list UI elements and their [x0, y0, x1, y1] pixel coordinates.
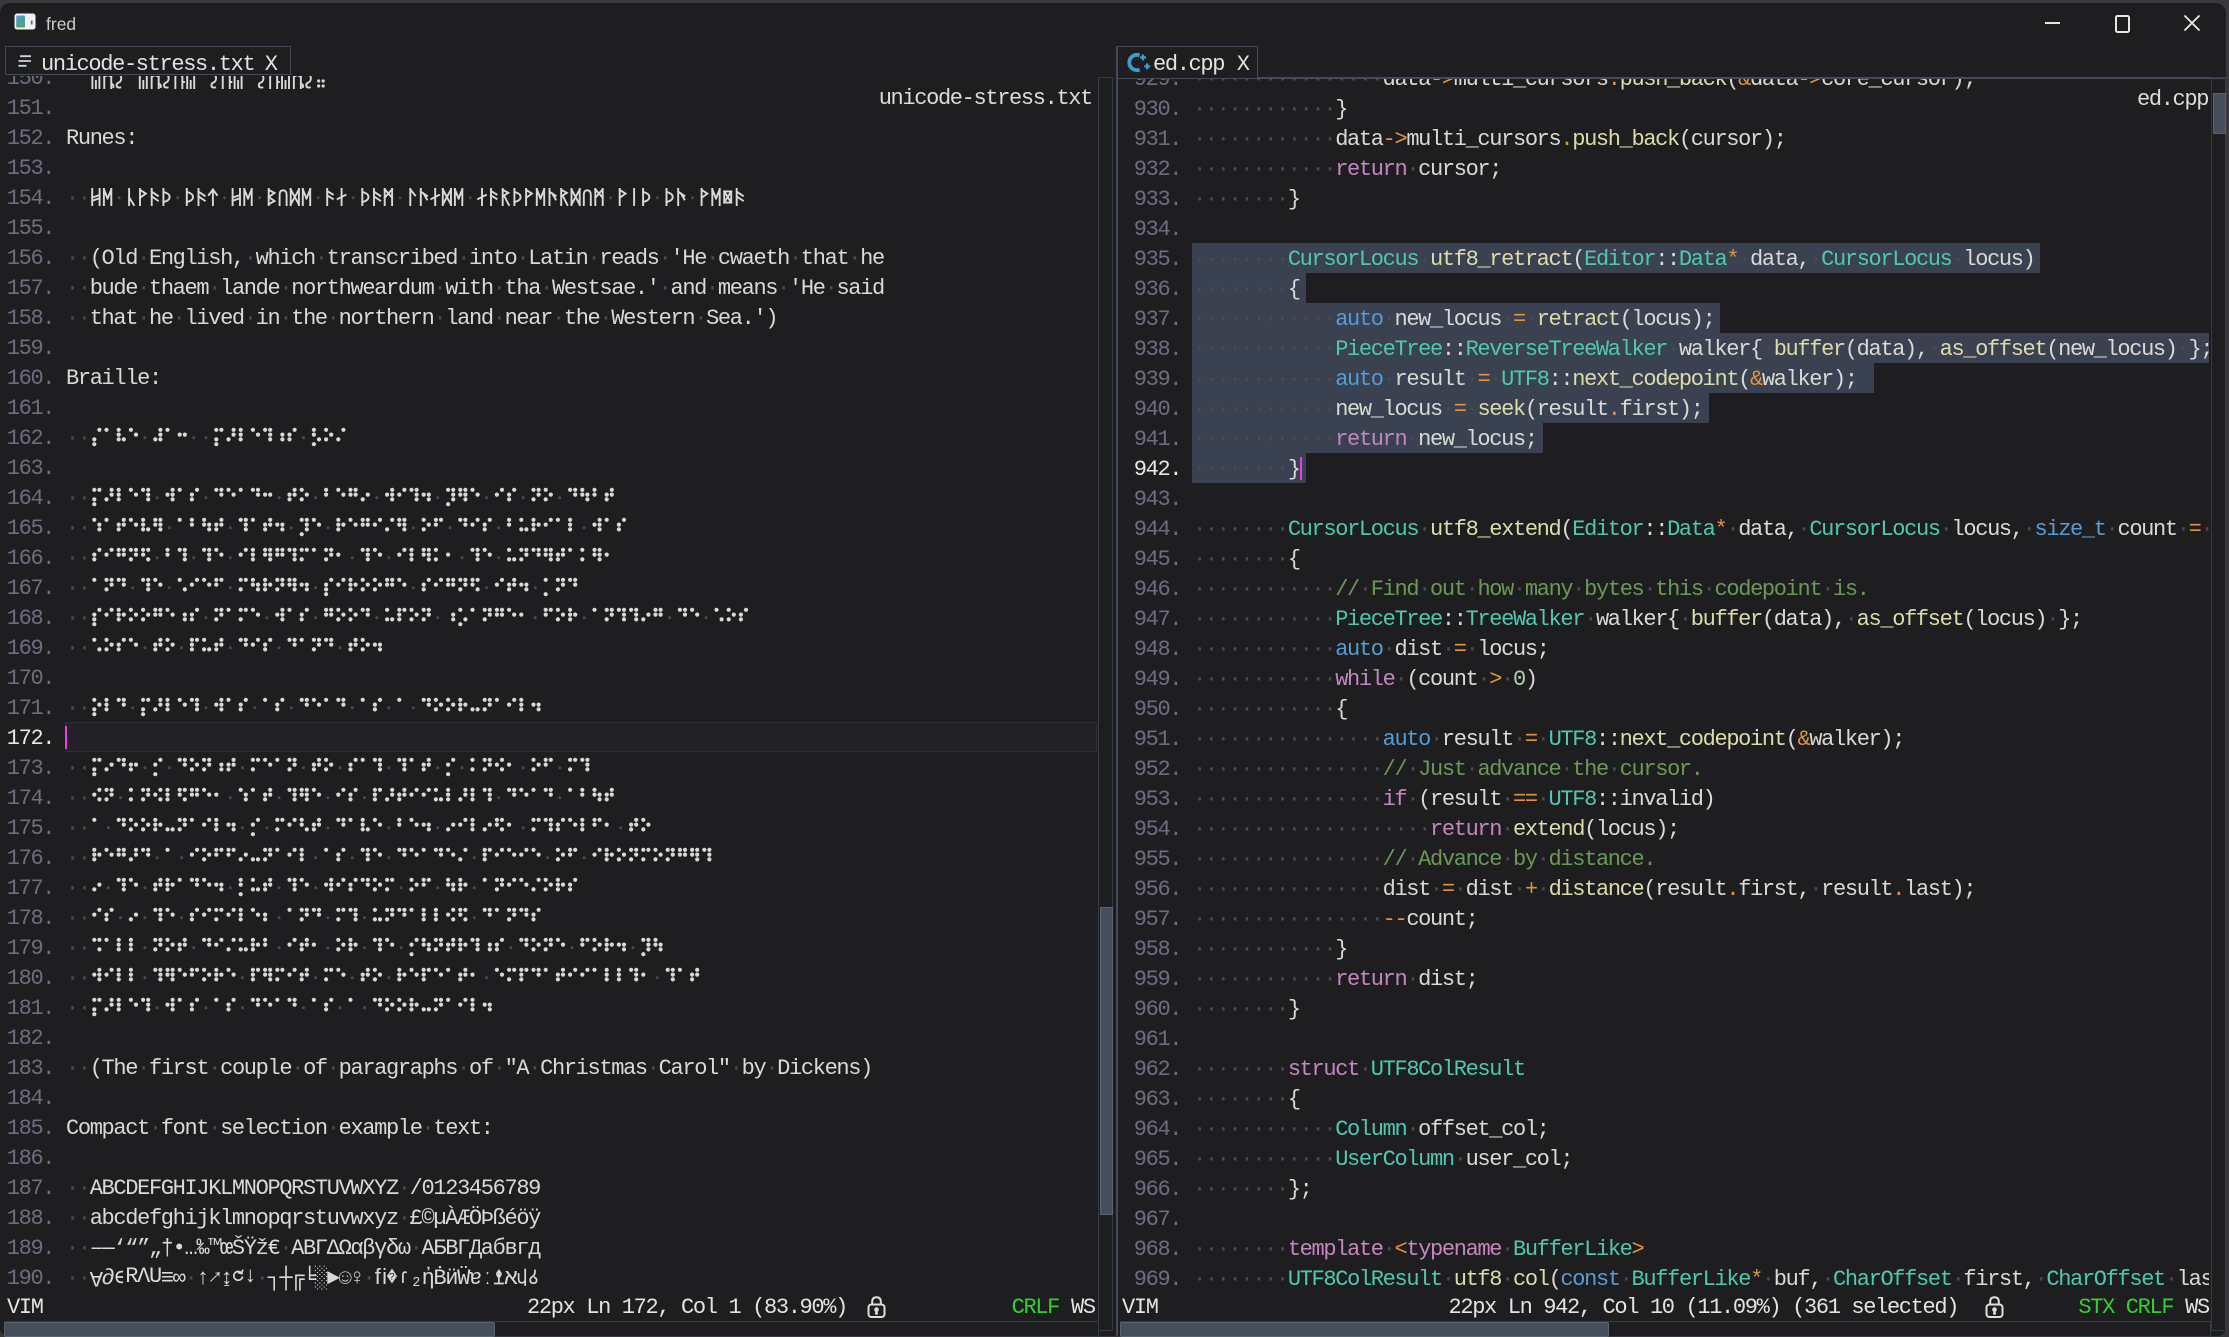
svg-text:?: ?	[389, 1272, 395, 1283]
